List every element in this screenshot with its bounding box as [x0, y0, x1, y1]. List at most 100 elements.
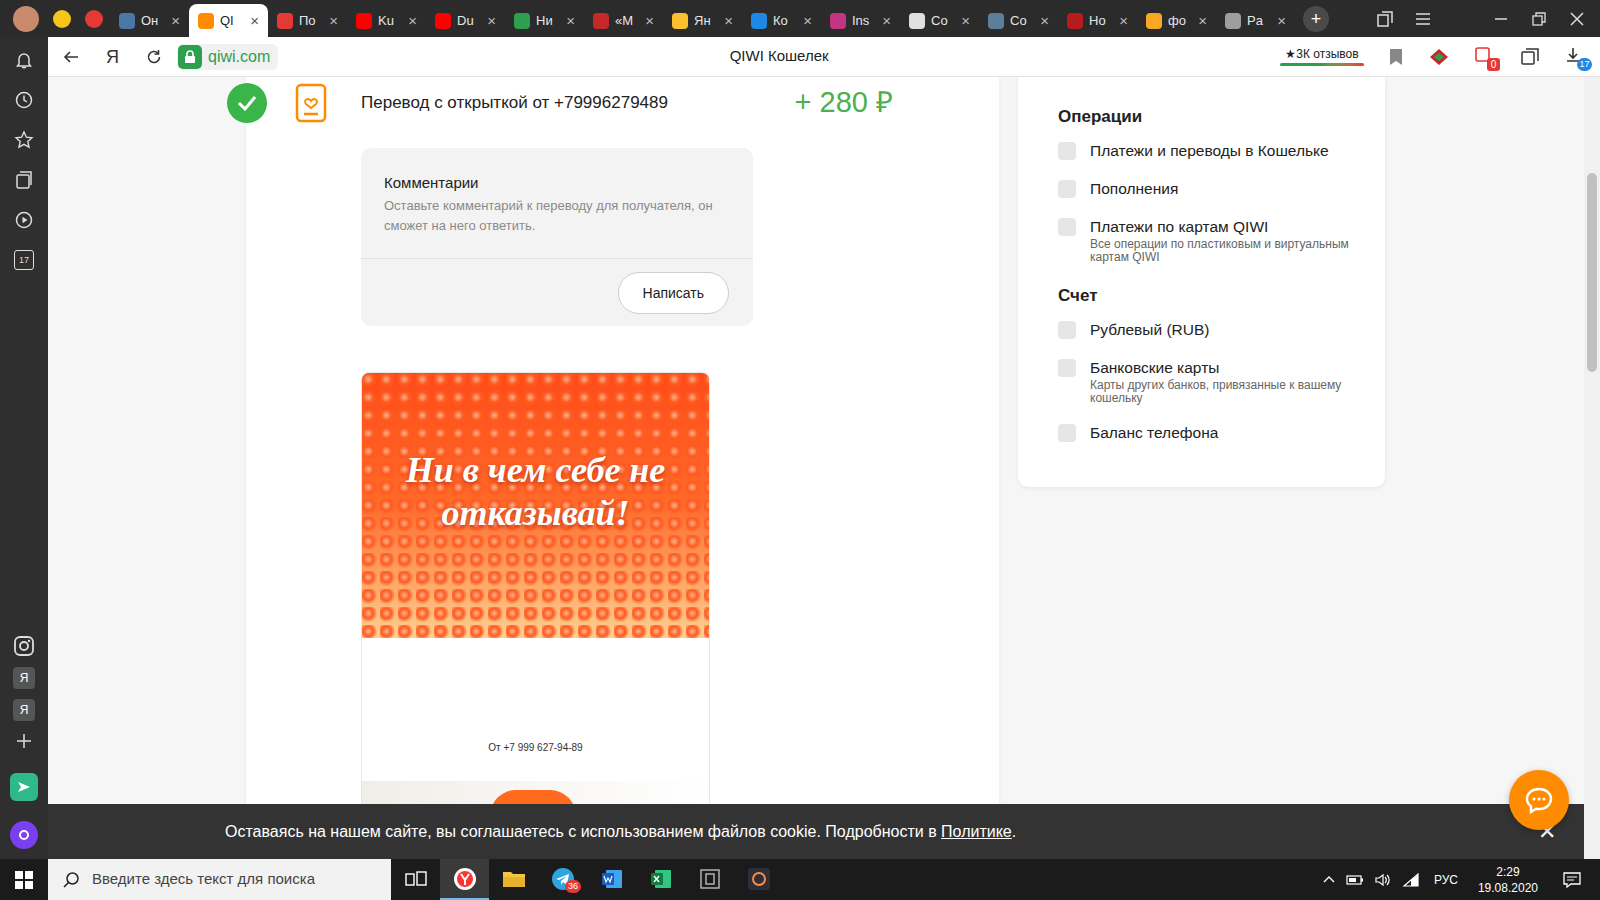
- filter-option[interactable]: Рублевый (RUB): [1058, 320, 1365, 340]
- add-icon[interactable]: [14, 731, 34, 751]
- menu-icon[interactable]: [1414, 10, 1432, 28]
- messenger-icon[interactable]: [10, 773, 38, 801]
- reviews-badge[interactable]: ★3К отзывов: [1280, 47, 1364, 66]
- tab-close-button[interactable]: ×: [566, 13, 575, 28]
- taskbar-app[interactable]: [734, 859, 783, 900]
- alice-icon[interactable]: [10, 821, 38, 849]
- bookmark-icon[interactable]: [1388, 48, 1404, 66]
- filter-option[interactable]: Пополнения: [1058, 179, 1365, 199]
- scrollbar-thumb[interactable]: [1587, 173, 1597, 372]
- pinned-tab[interactable]: [6, 0, 46, 37]
- taskbar-app[interactable]: [440, 859, 489, 900]
- browser-tab[interactable]: Ян×: [663, 4, 742, 37]
- taskbar-app[interactable]: [685, 859, 734, 900]
- taskbar-app[interactable]: [391, 859, 440, 900]
- yandex-logo[interactable]: Я: [106, 48, 119, 66]
- sidebar-app[interactable]: Я: [13, 667, 35, 689]
- tab-close-button[interactable]: ×: [408, 13, 417, 28]
- scrollbar[interactable]: [1584, 77, 1600, 859]
- chevron-up-icon[interactable]: [1322, 873, 1336, 887]
- taskbar-app[interactable]: 36: [538, 859, 587, 900]
- input-language[interactable]: РУС: [1430, 871, 1462, 889]
- tab-close-button[interactable]: ×: [250, 13, 259, 28]
- policy-link[interactable]: Политике: [941, 823, 1012, 840]
- tab-label: Ku: [378, 11, 394, 31]
- new-tab-button[interactable]: +: [1303, 6, 1329, 32]
- calendar-icon[interactable]: 17: [14, 250, 34, 270]
- browser-tab[interactable]: Он×: [110, 4, 189, 37]
- browser-tab[interactable]: QI×: [189, 4, 268, 37]
- tab-close-button[interactable]: ×: [1277, 13, 1286, 28]
- tab-label: фо: [1168, 11, 1186, 31]
- instagram-icon[interactable]: [13, 635, 35, 657]
- downloads-icon[interactable]: 17: [1564, 46, 1586, 68]
- checkbox[interactable]: [1058, 218, 1076, 236]
- clock[interactable]: 2:29 19.08.2020: [1472, 864, 1544, 896]
- checkbox[interactable]: [1058, 321, 1076, 339]
- chat-button[interactable]: [1509, 770, 1569, 830]
- reload-icon[interactable]: [145, 48, 163, 66]
- filter-option[interactable]: Платежи и переводы в Кошельке: [1058, 141, 1365, 161]
- extension-badge-icon[interactable]: 0: [1474, 46, 1496, 68]
- checkbox[interactable]: [1058, 359, 1076, 377]
- operation-row[interactable]: Перевод с открыткой от +79996279489 + 28…: [246, 77, 999, 129]
- taskbar-app[interactable]: [587, 859, 636, 900]
- pinned-tab[interactable]: [78, 0, 110, 37]
- battery-icon[interactable]: [1346, 873, 1364, 887]
- browser-tab[interactable]: Ко×: [742, 4, 821, 37]
- tab-close-button[interactable]: ×: [1119, 13, 1128, 28]
- history-icon[interactable]: [14, 90, 34, 110]
- minimize-icon[interactable]: [1492, 10, 1510, 28]
- tab-close-button[interactable]: ×: [803, 13, 812, 28]
- browser-tab[interactable]: «М×: [584, 4, 663, 37]
- search-input[interactable]: [92, 868, 391, 891]
- browser-tab[interactable]: Ни×: [505, 4, 584, 37]
- browser-tab[interactable]: Но×: [1058, 4, 1137, 37]
- browser-tab[interactable]: Ins×: [821, 4, 900, 37]
- notifications-icon[interactable]: [1562, 871, 1582, 889]
- wifi-icon[interactable]: [1402, 872, 1420, 888]
- filter-option[interactable]: Банковские картыКарты других банков, при…: [1058, 358, 1365, 405]
- tab-close-button[interactable]: ×: [1040, 13, 1049, 28]
- browser-tab[interactable]: По×: [268, 4, 347, 37]
- filter-option[interactable]: Баланс телефона: [1058, 423, 1365, 443]
- write-comment-button[interactable]: Написать: [618, 272, 729, 314]
- bell-icon[interactable]: [14, 50, 34, 70]
- tab-close-button[interactable]: ×: [171, 13, 180, 28]
- play-icon[interactable]: [14, 210, 34, 230]
- star-icon[interactable]: [14, 130, 34, 150]
- volume-icon[interactable]: [1374, 872, 1392, 888]
- browser-tab[interactable]: фо ×: [1137, 4, 1216, 37]
- browser-tab[interactable]: Co×: [979, 4, 1058, 37]
- url-field[interactable]: qiwi.com: [177, 44, 278, 70]
- collections-icon[interactable]: [14, 170, 34, 190]
- browser-tab[interactable]: Ku ×: [347, 4, 426, 37]
- checkbox[interactable]: [1058, 424, 1076, 442]
- chat-icon: [1524, 786, 1554, 814]
- tab-close-button[interactable]: ×: [724, 13, 733, 28]
- checkbox[interactable]: [1058, 180, 1076, 198]
- sidebar-app[interactable]: Я: [13, 699, 35, 721]
- taskbar-app[interactable]: [489, 859, 538, 900]
- tab-close-button[interactable]: ×: [487, 13, 496, 28]
- pinned-tab[interactable]: [46, 0, 78, 37]
- close-window-icon[interactable]: [1568, 10, 1586, 28]
- browser-tab[interactable]: Co×: [900, 4, 979, 37]
- tab-close-button[interactable]: ×: [1198, 13, 1207, 28]
- tab-close-button[interactable]: ×: [645, 13, 654, 28]
- collections-toolbar-icon[interactable]: [1520, 48, 1540, 66]
- tabs-icon[interactable]: [1376, 10, 1394, 28]
- restore-icon[interactable]: [1530, 10, 1548, 28]
- extension-icon[interactable]: [1428, 48, 1450, 66]
- start-button[interactable]: [0, 859, 48, 900]
- tab-close-button[interactable]: ×: [882, 13, 891, 28]
- filter-option[interactable]: Платежи по картам QIWIВсе операции по пл…: [1058, 217, 1365, 264]
- checkbox[interactable]: [1058, 142, 1076, 160]
- tab-close-button[interactable]: ×: [329, 13, 338, 28]
- browser-tab[interactable]: Du×: [426, 4, 505, 37]
- back-icon[interactable]: [62, 48, 80, 66]
- taskbar-app[interactable]: [636, 859, 685, 900]
- browser-tab[interactable]: Pa×: [1216, 4, 1295, 37]
- tab-close-button[interactable]: ×: [961, 13, 970, 28]
- taskbar-search[interactable]: [48, 859, 391, 900]
